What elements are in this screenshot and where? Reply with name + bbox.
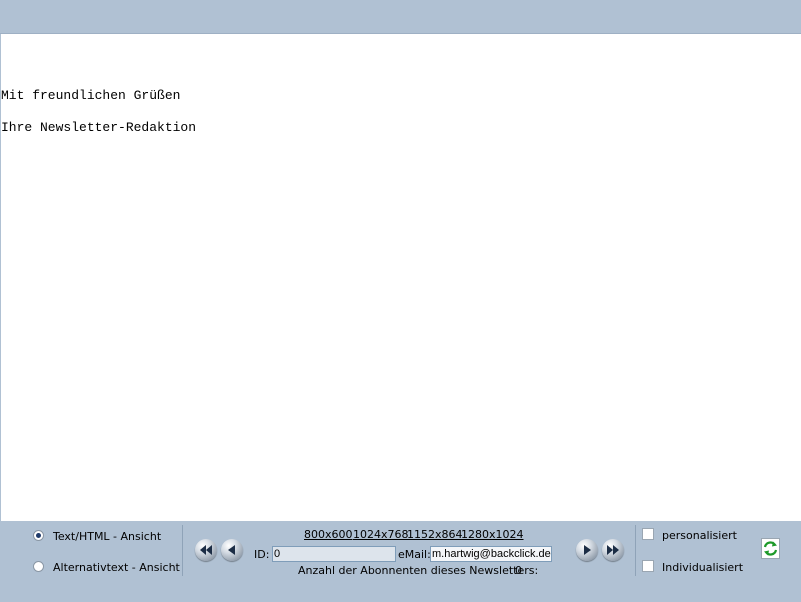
subscriber-count-value: 0 (515, 564, 522, 577)
preview-closing-line: Mit freundlichen Grüßen (1, 88, 181, 103)
personalisiert-checkbox[interactable] (642, 528, 654, 540)
divider (635, 525, 636, 576)
double-right-arrow-icon (607, 545, 619, 555)
resolution-1280x1024-link[interactable]: 1280x1024 (461, 528, 524, 541)
preview-controls-bar: Text/HTML - Ansicht Alternativtext - Ans… (0, 521, 801, 602)
individualisiert-checkbox[interactable] (642, 560, 654, 572)
refresh-button[interactable] (761, 538, 780, 559)
personalisiert-label[interactable]: personalisiert (662, 529, 737, 542)
text-html-view-label[interactable]: Text/HTML - Ansicht (53, 530, 161, 543)
resolution-800x600-link[interactable]: 800x600 (304, 528, 353, 541)
first-recipient-button[interactable] (195, 539, 217, 561)
resolution-1024x768-link[interactable]: 1024x768 (353, 528, 409, 541)
next-recipient-button[interactable] (576, 539, 598, 561)
newsletter-preview: Mit freundlichen Grüßen Ihre Newsletter-… (0, 34, 801, 521)
top-toolbar (0, 0, 801, 34)
id-label: ID: (254, 548, 270, 561)
right-arrow-icon (584, 545, 591, 555)
double-left-arrow-icon (200, 545, 212, 555)
individualisiert-label[interactable]: Individualisiert (662, 561, 743, 574)
id-field[interactable]: 0 (272, 546, 396, 562)
subscriber-count-label: Anzahl der Abonnenten dieses Newsletters… (298, 564, 539, 577)
divider (182, 525, 183, 576)
previous-recipient-button[interactable] (221, 539, 243, 561)
alternative-text-view-label[interactable]: Alternativtext - Ansicht (53, 561, 180, 574)
left-arrow-icon (228, 545, 235, 555)
preview-signature-line: Ihre Newsletter-Redaktion (1, 120, 197, 135)
text-html-view-radio[interactable] (33, 530, 44, 541)
email-field[interactable]: m.hartwig@backclick.de (430, 546, 552, 562)
last-recipient-button[interactable] (602, 539, 624, 561)
alternative-text-view-radio[interactable] (33, 561, 44, 572)
refresh-icon (763, 541, 778, 556)
resolution-1152x864-link[interactable]: 1152x864 (407, 528, 463, 541)
email-label: eMail: (398, 548, 431, 561)
